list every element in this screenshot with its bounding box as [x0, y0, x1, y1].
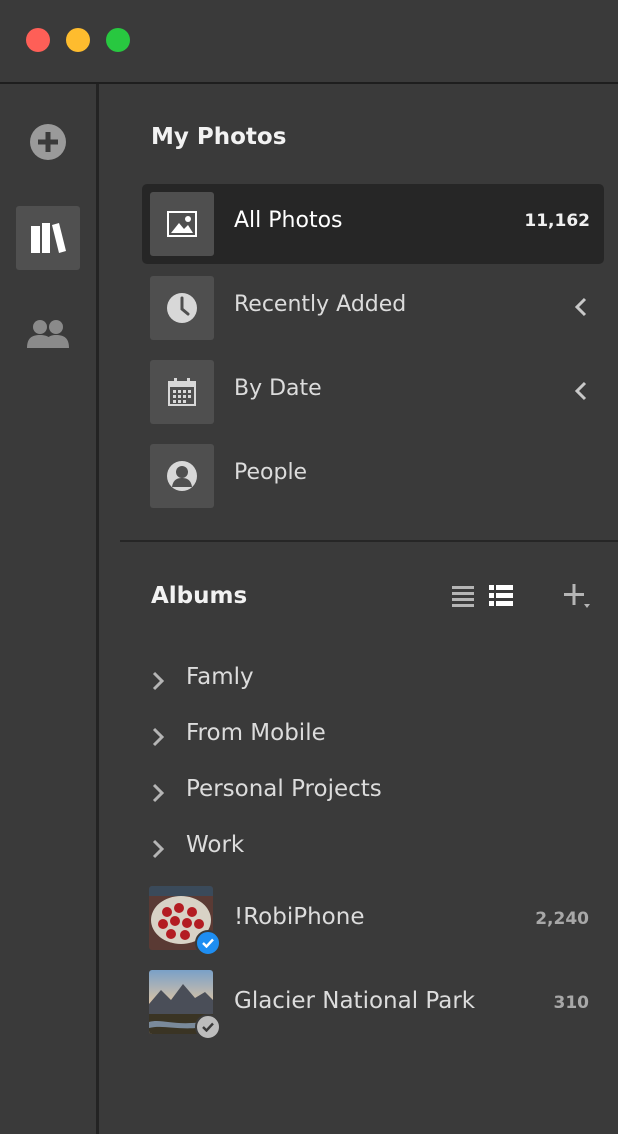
chevron-right-icon[interactable] — [151, 782, 165, 804]
album-label: Glacier National Park — [234, 988, 476, 1014]
recently-added-tile — [150, 276, 214, 340]
album-label: !RobiPhone — [234, 904, 365, 930]
folder-label: Personal Projects — [186, 776, 382, 802]
calendar-icon — [168, 378, 196, 406]
library-panel: My Photos All Photos 11,162 Recently Add… — [99, 84, 618, 1134]
folder-label: Famly — [186, 664, 254, 690]
image-icon — [167, 211, 197, 237]
sharing-button[interactable] — [16, 302, 80, 366]
sync-status-badge — [195, 1014, 221, 1040]
list-view-icon[interactable] — [451, 584, 475, 608]
nav-people[interactable]: People — [142, 436, 604, 516]
album-count: 2,240 — [535, 909, 589, 929]
library-button[interactable] — [16, 206, 80, 270]
nav-all-photos[interactable]: All Photos 11,162 — [142, 184, 604, 264]
nav-label: Recently Added — [234, 292, 407, 317]
chevron-left-icon[interactable] — [574, 296, 588, 318]
chevron-right-icon[interactable] — [151, 670, 165, 692]
library-icon — [31, 223, 66, 253]
add-icon — [30, 124, 66, 160]
folder-label: Work — [186, 832, 245, 858]
checkmark-icon — [202, 1022, 214, 1032]
photo-count: 11,162 — [524, 211, 590, 231]
people-tile — [150, 444, 214, 508]
folder-label: From Mobile — [186, 720, 326, 746]
my-photos-heading: My Photos — [151, 124, 287, 150]
nav-label: People — [234, 460, 308, 485]
section-divider — [120, 540, 618, 542]
album-robiphone[interactable]: !RobiPhone 2,240 — [149, 886, 589, 956]
add-album-icon[interactable] — [563, 584, 591, 610]
chevron-right-icon[interactable] — [151, 838, 165, 860]
minimize-window-button[interactable] — [66, 28, 90, 52]
left-rail — [0, 84, 99, 1134]
nav-label: All Photos — [234, 208, 343, 233]
albums-heading: Albums — [151, 583, 248, 609]
chevron-right-icon[interactable] — [151, 726, 165, 748]
all-photos-tile — [150, 192, 214, 256]
album-count: 310 — [553, 993, 590, 1013]
checkmark-icon — [202, 938, 214, 948]
window-titlebar — [0, 0, 618, 84]
detail-list-view-icon[interactable] — [489, 584, 513, 608]
close-window-button[interactable] — [26, 28, 50, 52]
nav-label: By Date — [234, 376, 322, 401]
sync-status-badge — [195, 930, 221, 956]
clock-icon — [167, 293, 197, 323]
person-icon — [167, 461, 197, 491]
maximize-window-button[interactable] — [106, 28, 130, 52]
people-icon — [27, 320, 69, 348]
album-glacier-national-park[interactable]: Glacier National Park 310 — [149, 970, 590, 1040]
chevron-left-icon[interactable] — [574, 380, 588, 402]
nav-recently-added[interactable]: Recently Added — [142, 268, 604, 348]
nav-by-date[interactable]: By Date — [142, 352, 604, 432]
add-photos-button[interactable] — [16, 110, 80, 174]
by-date-tile — [150, 360, 214, 424]
